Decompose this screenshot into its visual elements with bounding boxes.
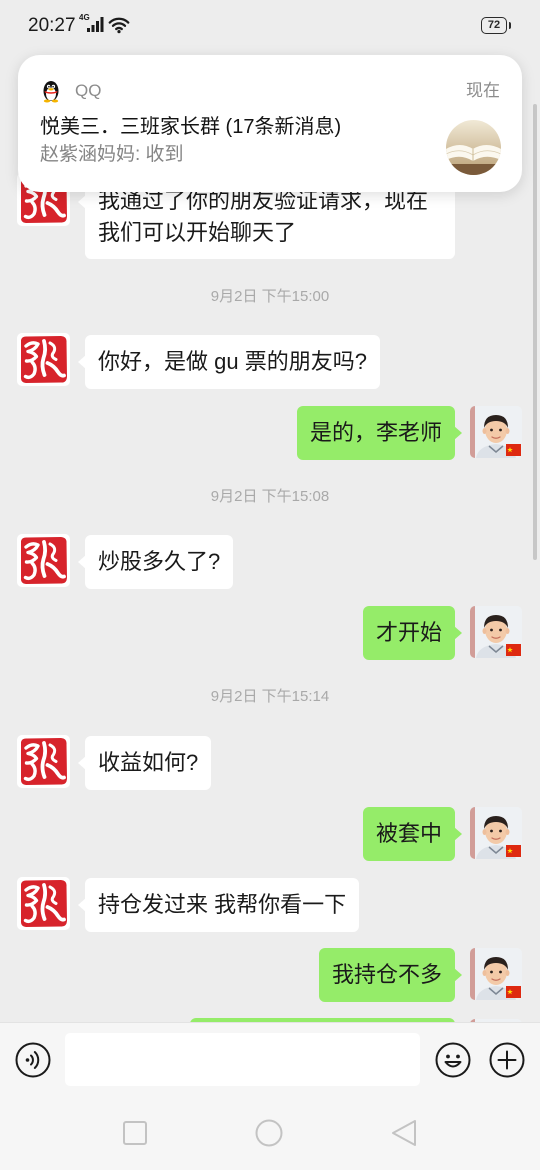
contact-avatar[interactable]: [17, 735, 70, 788]
message-bubble-outgoing[interactable]: 被套中: [362, 807, 463, 861]
qq-penguin-icon: [43, 81, 59, 103]
system-nav-bar: [0, 1100, 540, 1170]
self-avatar[interactable]: [470, 948, 522, 1000]
contact-avatar[interactable]: [17, 333, 70, 386]
circle-home-icon[interactable]: [255, 1119, 283, 1147]
scrollbar[interactable]: [533, 104, 537, 560]
self-avatar[interactable]: [470, 406, 522, 458]
message-input[interactable]: [65, 1033, 420, 1086]
wifi-icon: [108, 17, 130, 34]
red-calligraphy-logo-avatar: [17, 735, 70, 788]
child-photo-avatar: [470, 807, 522, 859]
voice-input-icon[interactable]: [15, 1042, 51, 1078]
red-calligraphy-logo-avatar: [17, 333, 70, 386]
notification-time: 现在: [466, 81, 500, 100]
status-time: 20:27: [28, 15, 76, 36]
open-book-photo-thumbnail: [446, 120, 501, 175]
message-timestamp: 9月2日 下午15:00: [210, 288, 330, 305]
battery-icon: 72: [481, 17, 511, 34]
child-photo-avatar: [470, 406, 522, 458]
notification-thumbnail: [446, 120, 501, 175]
message-text-line: 我们可以开始聊天了: [98, 220, 297, 245]
status-bar: 20:27 4G 72: [0, 0, 540, 52]
signal-icon: [87, 17, 104, 32]
plus-icon[interactable]: [489, 1042, 525, 1078]
message-bubble-incoming[interactable]: 你好，是做 gu 票的朋友吗?: [78, 335, 380, 389]
self-avatar[interactable]: [470, 807, 522, 859]
message-bubble-outgoing[interactable]: 我持仓不多: [318, 948, 463, 1002]
contact-avatar[interactable]: [17, 877, 70, 930]
red-calligraphy-logo-avatar: [17, 877, 70, 930]
notification-title: 悦美三．三班家长群 (17条新消息): [40, 116, 342, 138]
message-bubble-incoming[interactable]: 炒股多久了?: [77, 535, 234, 589]
square-recents-icon[interactable]: [122, 1120, 148, 1146]
child-photo-avatar: [470, 948, 522, 1000]
message-bubble-outgoing[interactable]: 是的，李老师: [296, 406, 463, 460]
emoji-icon[interactable]: [435, 1042, 471, 1078]
message-bubble-incoming[interactable]: 持仓发过来 我帮你看一下: [77, 878, 360, 932]
message-bubble-incoming[interactable]: 收益如何?: [77, 736, 212, 790]
message-timestamp: 9月2日 下午15:08: [210, 488, 330, 505]
self-avatar[interactable]: [470, 606, 522, 658]
contact-avatar[interactable]: [17, 534, 70, 587]
triangle-back-icon[interactable]: [390, 1119, 418, 1147]
child-photo-avatar: [470, 606, 522, 658]
notification-message: 赵紫涵妈妈: 收到: [40, 144, 184, 165]
qq-notification-banner[interactable]: QQ 现在 悦美三．三班家长群 (17条新消息) 赵紫涵妈妈: 收到: [18, 55, 522, 192]
message-bubble-outgoing[interactable]: 才开始: [362, 606, 463, 660]
battery-level: 72: [487, 19, 501, 31]
message-timestamp: 9月2日 下午15:14: [210, 688, 330, 705]
red-calligraphy-logo-avatar: [17, 534, 70, 587]
notification-app-name: QQ: [75, 81, 102, 100]
chat-input-bar: [0, 1022, 540, 1100]
